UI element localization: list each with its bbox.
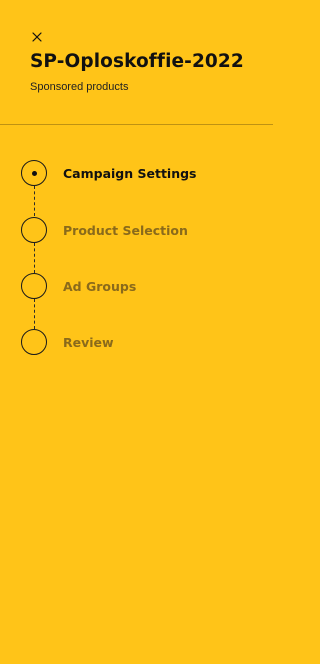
step-review[interactable]: Review [21, 327, 261, 357]
step-connector [34, 186, 35, 216]
step-campaign-settings[interactable]: Campaign Settings [21, 158, 261, 188]
campaign-stepper: Campaign Settings Product Selection Ad G… [0, 0, 273, 664]
step-indicator-icon [21, 217, 47, 243]
step-connector [34, 243, 35, 273]
step-product-selection[interactable]: Product Selection [21, 215, 261, 245]
step-indicator-icon [21, 273, 47, 299]
step-label: Campaign Settings [63, 165, 197, 181]
step-label: Ad Groups [63, 278, 137, 294]
step-connector [34, 299, 35, 329]
step-label: Product Selection [63, 222, 188, 238]
step-active-indicator-icon [21, 160, 47, 186]
step-ad-groups[interactable]: Ad Groups [21, 271, 261, 301]
step-indicator-icon [21, 329, 47, 355]
step-current-dot-icon [31, 170, 37, 176]
step-label: Review [63, 334, 114, 350]
campaign-sidebar: SP-Oploskoffie-2022 Sponsored products C… [0, 0, 273, 664]
